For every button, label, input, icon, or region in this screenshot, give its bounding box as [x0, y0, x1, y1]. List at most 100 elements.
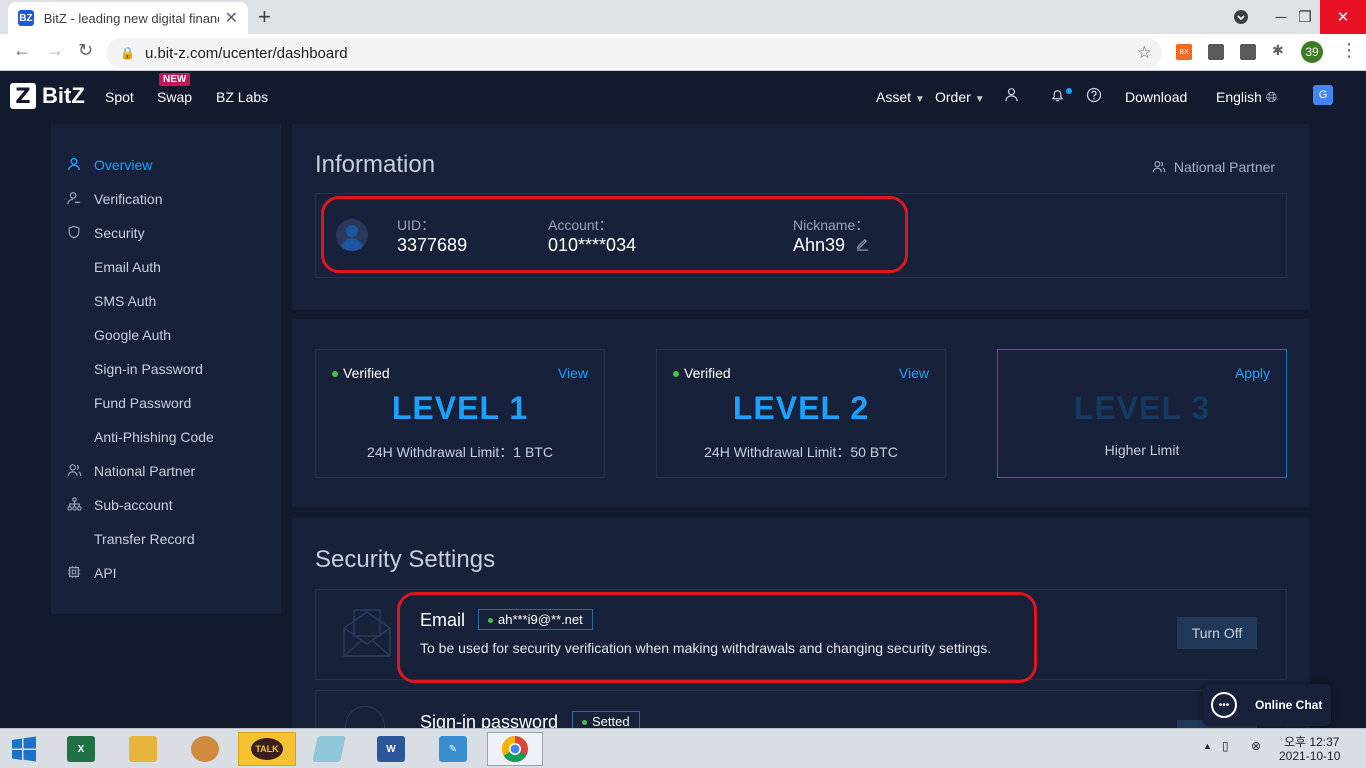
extensions-puzzle-icon[interactable]: ✱ — [1272, 42, 1288, 58]
excel-icon[interactable]: X — [57, 732, 105, 766]
nav-order-label: Order — [935, 89, 971, 105]
extension-bx-icon[interactable]: BX — [1176, 44, 1192, 60]
nav-swap[interactable]: Swap — [157, 89, 192, 105]
google-translate-icon[interactable]: G — [1313, 85, 1333, 105]
back-arrow-icon[interactable]: ← — [13, 40, 31, 61]
nav-download[interactable]: Download — [1125, 89, 1187, 105]
sidebar-item-label: SMS Auth — [94, 293, 157, 309]
notes-app-icon[interactable] — [305, 732, 353, 766]
nav-asset-dropdown[interactable]: Asset ▼ — [876, 89, 925, 105]
excel-glyph: X — [67, 736, 95, 762]
chrome-icon[interactable] — [487, 732, 543, 766]
new-tab-plus-icon[interactable]: + — [258, 4, 271, 30]
paint-icon[interactable] — [181, 732, 229, 766]
profile-avatar[interactable]: 39 — [1301, 41, 1323, 63]
logo-wordmark: BitZ — [42, 83, 85, 108]
verified-status-label: Verified — [684, 365, 731, 381]
forward-arrow-icon[interactable]: → — [46, 40, 64, 61]
tab-search-chevron-icon[interactable] — [1230, 0, 1252, 34]
editor-glyph: ✎ — [439, 736, 467, 762]
user-icon — [65, 157, 83, 174]
tab-close-icon[interactable]: ✕ — [225, 8, 238, 28]
reload-icon[interactable]: ↻ — [78, 40, 93, 61]
nav-language[interactable]: English 🌐︎ — [1216, 89, 1277, 106]
extension-gray-icon-2[interactable] — [1240, 44, 1256, 60]
sidebar-item-email-auth[interactable]: Email Auth — [51, 252, 281, 282]
sidebar-item-fund-password[interactable]: Fund Password — [51, 388, 281, 418]
sidebar-item-google-auth[interactable]: Google Auth — [51, 320, 281, 350]
sidebar-item-national-partner[interactable]: National Partner — [51, 456, 281, 486]
nav-order-dropdown[interactable]: Order ▼ — [935, 89, 985, 105]
sidebar-item-label: National Partner — [94, 463, 196, 479]
caret-down-icon: ▼ — [914, 94, 925, 105]
taskbar-time[interactable]: 오후 12:37 — [1284, 733, 1339, 750]
level-1-title: LEVEL 1 — [391, 390, 529, 426]
sidebar-item-transfer-record[interactable]: Transfer Record — [51, 524, 281, 554]
online-chat-button[interactable]: ••• Online Chat — [1203, 684, 1331, 726]
sidebar-item-label: Security — [94, 225, 145, 241]
level-1-limit: 24H Withdrawal Limit：1 BTC — [367, 444, 553, 460]
nav-spot[interactable]: Spot — [105, 89, 134, 105]
browser-tab[interactable]: BZ BitZ - leading new digital financ ✕ — [8, 2, 248, 34]
chat-bubble-icon: ••• — [1211, 692, 1237, 718]
windows-start-icon[interactable] — [0, 732, 48, 766]
sidebar-item-sign-in-password[interactable]: Sign-in Password — [51, 354, 281, 384]
kakaotalk-icon[interactable]: TALK — [238, 732, 296, 766]
tray-network-off-icon[interactable]: ⊗ — [1251, 739, 1261, 753]
sidebar-item-verification[interactable]: Verification — [51, 184, 281, 214]
palette-glyph — [191, 736, 219, 762]
notification-dot — [1066, 88, 1072, 94]
level-3-card: Apply LEVEL 3 Higher Limit — [997, 349, 1287, 478]
sidebar-item-security[interactable]: Security — [51, 218, 281, 248]
level-3-apply-link[interactable]: Apply — [1235, 365, 1270, 381]
email-turn-off-button[interactable]: Turn Off — [1177, 617, 1257, 649]
extension-gray-icon[interactable] — [1208, 44, 1224, 60]
level-2-limit: 24H Withdrawal Limit：50 BTC — [704, 444, 898, 460]
sidebar-item-label: Transfer Record — [94, 531, 195, 547]
windows-taskbar: X TALK W ✎ ▲ ▯ ⊗ 오후 12:37 2021-10-10 — [0, 728, 1366, 768]
level-2-view-link[interactable]: View — [899, 365, 929, 381]
taskbar-date[interactable]: 2021-10-10 — [1279, 749, 1340, 763]
account-sidebar: Overview Verification Security Email Aut… — [51, 124, 281, 614]
logo-mark: Z — [10, 83, 36, 109]
national-partner-link[interactable]: National Partner — [1152, 159, 1275, 175]
verified-status: Verified — [673, 365, 731, 381]
folder-glyph — [129, 736, 157, 762]
tray-expand-icon[interactable]: ▲ — [1203, 741, 1212, 751]
level-3-limit: Higher Limit — [1104, 442, 1180, 458]
notification-bell-icon[interactable] — [1050, 87, 1065, 107]
new-badge: NEW — [159, 73, 191, 86]
window-close-icon[interactable]: ✕ — [1320, 0, 1366, 34]
level-2-title: LEVEL 2 — [732, 390, 870, 426]
highlight-annotation-email — [397, 592, 1037, 683]
user-check-icon — [65, 191, 83, 208]
file-explorer-icon[interactable] — [119, 732, 167, 766]
bitz-logo[interactable]: Z BitZ — [10, 83, 85, 109]
site-header: Z BitZ Spot Swap BZ Labs Asset ▼ Order ▼… — [0, 71, 1366, 124]
word-icon[interactable]: W — [367, 732, 415, 766]
tray-device-icon[interactable]: ▯ — [1222, 739, 1229, 753]
sidebar-item-sub-account[interactable]: Sub-account — [51, 490, 281, 520]
talk-glyph: TALK — [251, 738, 283, 760]
sidebar-item-label: Fund Password — [94, 395, 192, 411]
level-1-view-link[interactable]: View — [558, 365, 588, 381]
verified-status-label: Verified — [343, 365, 390, 381]
bookmark-star-icon[interactable]: ☆ — [1137, 43, 1152, 63]
browser-menu-icon[interactable]: ⋮ — [1340, 40, 1358, 61]
omnibox[interactable]: 🔒 u.bit-z.com/ucenter/dashboard ☆ — [106, 38, 1162, 68]
verified-dot — [332, 371, 338, 378]
bitz-favicon-icon: BZ — [18, 10, 34, 26]
level-3-title: LEVEL 3 — [1073, 390, 1211, 426]
sidebar-item-label: Email Auth — [94, 259, 161, 275]
sidebar-item-sms-auth[interactable]: SMS Auth — [51, 286, 281, 316]
nav-bz-labs[interactable]: BZ Labs — [216, 89, 268, 105]
sidebar-item-overview[interactable]: Overview — [51, 150, 281, 180]
help-question-icon[interactable] — [1086, 87, 1102, 107]
account-user-icon[interactable] — [1004, 87, 1019, 106]
sidebar-item-anti-phishing-code[interactable]: Anti-Phishing Code — [51, 422, 281, 452]
browser-tab-bar: BZ BitZ - leading new digital financ ✕ +… — [0, 0, 1366, 34]
sidebar-item-api[interactable]: API — [51, 558, 281, 588]
globe-icon: 🌐︎ — [1265, 89, 1278, 105]
editor-app-icon[interactable]: ✎ — [429, 732, 477, 766]
sidebar-item-label: Anti-Phishing Code — [94, 429, 214, 445]
